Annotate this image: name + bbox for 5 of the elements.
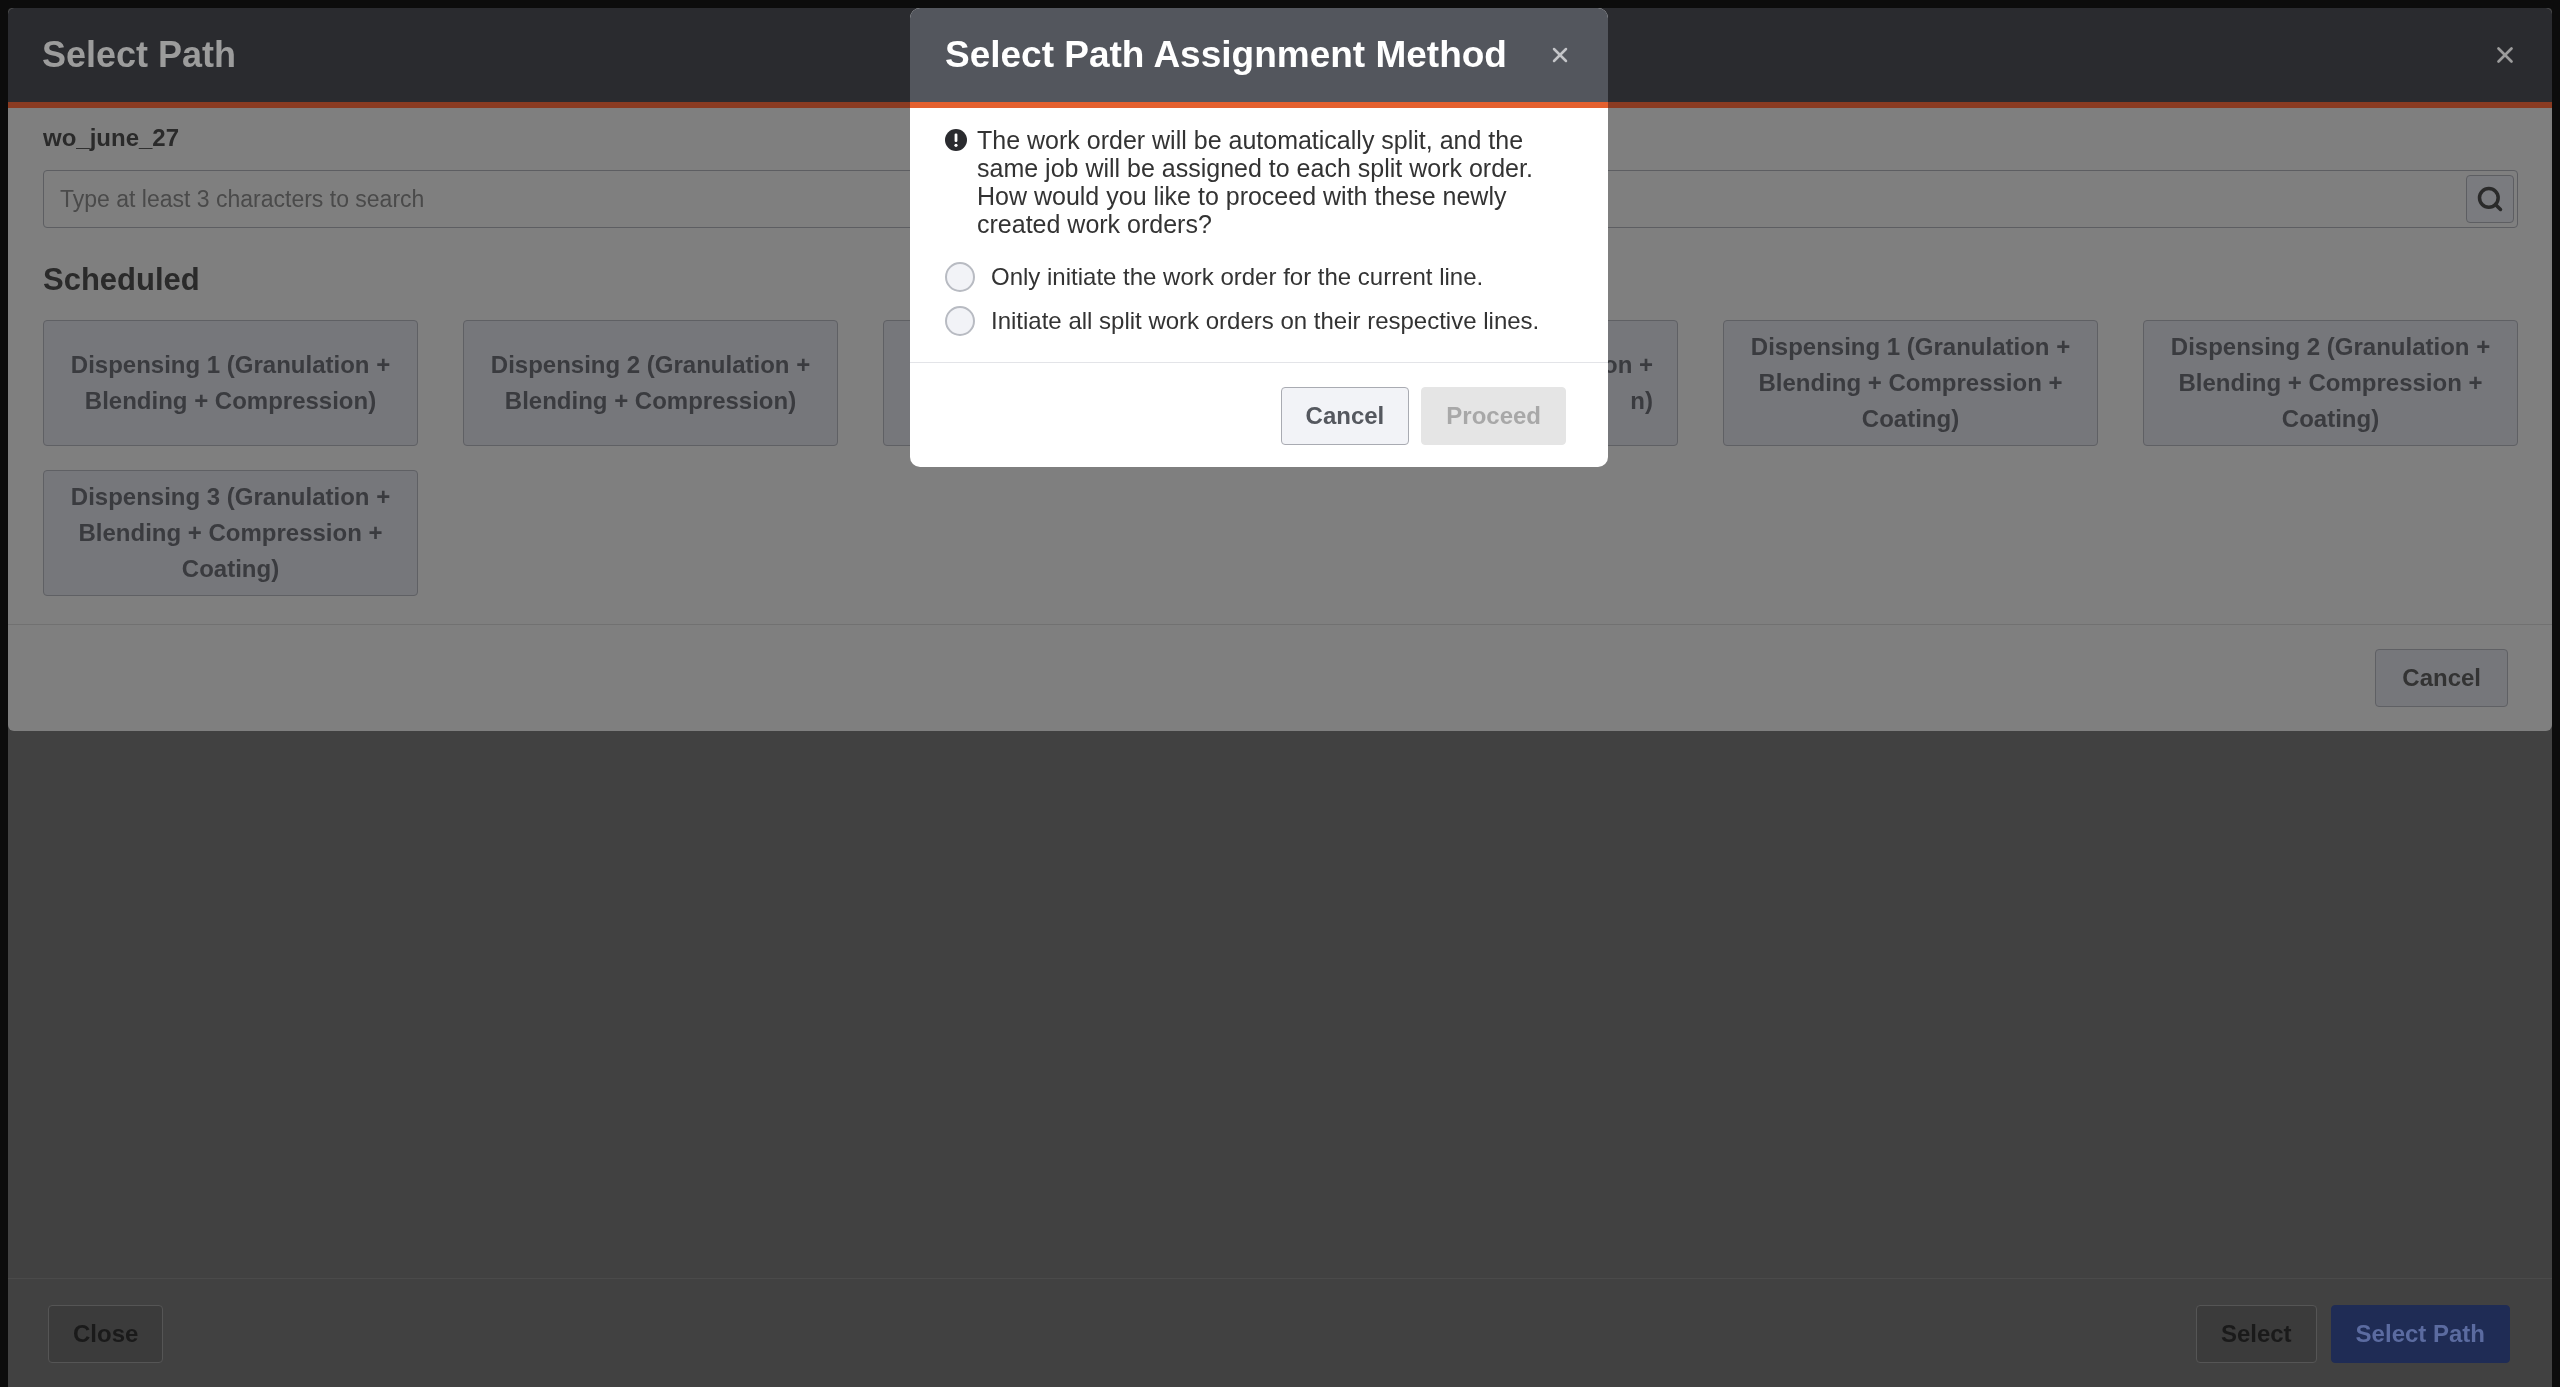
work-order-name: wo_june_27 <box>43 124 180 152</box>
dialog-title: Select Path Assignment Method <box>945 34 1507 76</box>
dialog-title: Select Path <box>42 34 237 76</box>
dialog-message: The work order will be automatically split, and the same job will be assigned to each split work order. How would you like to proceed with these newly created work orders? <box>977 126 1534 238</box>
section-title: Scheduled <box>43 262 200 298</box>
